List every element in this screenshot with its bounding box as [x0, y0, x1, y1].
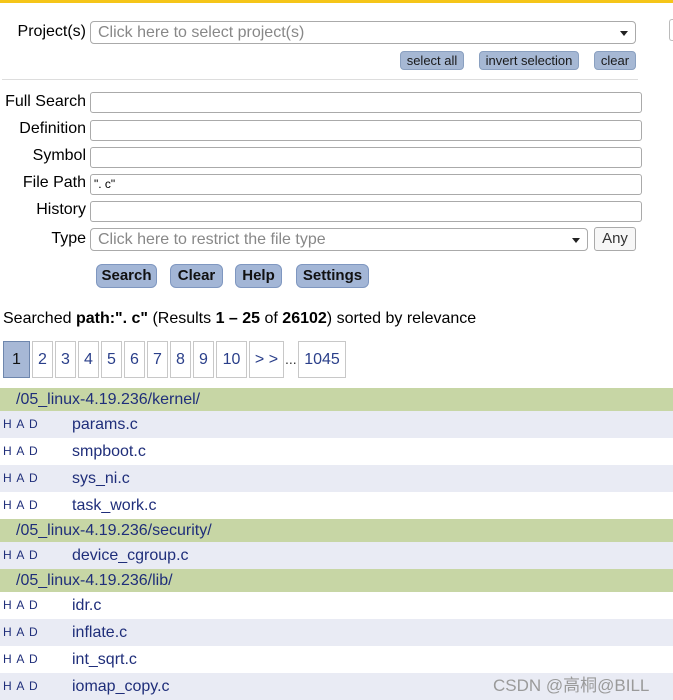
- had-links[interactable]: H A D: [3, 619, 39, 646]
- type-select-placeholder: Click here to restrict the file type: [98, 231, 326, 248]
- clear-button[interactable]: Clear: [170, 264, 223, 288]
- results-list: /05_linux-4.19.236/kernel/ H A D params.c…: [0, 388, 673, 700]
- result-row: H A D int_sqrt.c: [0, 646, 673, 673]
- file-path-label: File Path: [22, 174, 86, 191]
- result-row: H A D params.c: [0, 411, 673, 438]
- definition-input[interactable]: [90, 120, 642, 141]
- history-label: History: [36, 201, 86, 218]
- result-row: H A D idr.c: [0, 592, 673, 619]
- result-row: H A D inflate.c: [0, 619, 673, 646]
- file-link[interactable]: device_cgroup.c: [72, 542, 189, 569]
- page-link-2[interactable]: 2: [32, 341, 53, 378]
- page-link-7[interactable]: 7: [147, 341, 168, 378]
- file-link[interactable]: task_work.c: [72, 492, 156, 519]
- had-links[interactable]: H A D: [3, 492, 39, 519]
- had-links[interactable]: H A D: [3, 465, 39, 492]
- summary-of: of: [260, 310, 283, 327]
- result-row: H A D sys_ni.c: [0, 465, 673, 492]
- summary-query: path:". c": [75, 310, 148, 327]
- help-button[interactable]: Help: [235, 264, 282, 288]
- had-links[interactable]: H A D: [3, 592, 39, 619]
- page-link-1[interactable]: 1: [3, 341, 30, 378]
- definition-label: Definition: [19, 120, 86, 137]
- full-search-input[interactable]: [90, 92, 642, 113]
- result-row: H A D task_work.c: [0, 492, 673, 519]
- file-path-input[interactable]: ". c": [90, 174, 642, 195]
- result-row: H A D device_cgroup.c: [0, 542, 673, 569]
- watermark: CSDN @高桐@BILL: [493, 676, 650, 695]
- had-links[interactable]: H A D: [3, 411, 39, 438]
- next-pages-link[interactable]: > >: [249, 341, 284, 378]
- type-select[interactable]: Click here to restrict the file type: [90, 228, 588, 251]
- settings-button[interactable]: Settings: [296, 264, 369, 288]
- had-links[interactable]: H A D: [3, 542, 39, 569]
- file-link[interactable]: params.c: [72, 411, 138, 438]
- page-link-3[interactable]: 3: [55, 341, 76, 378]
- summary-total: 26102: [282, 310, 327, 327]
- chevron-down-icon: [620, 31, 628, 36]
- directory-row[interactable]: /05_linux-4.19.236/security/: [0, 519, 673, 542]
- summary-range: 1 – 25: [215, 310, 261, 327]
- page-link-5[interactable]: 5: [101, 341, 122, 378]
- result-row: H A D smpboot.c: [0, 438, 673, 465]
- page-link-8[interactable]: 8: [170, 341, 191, 378]
- page-link-4[interactable]: 4: [78, 341, 99, 378]
- select-all-button[interactable]: select all: [400, 51, 464, 70]
- summary-results-open: (Results: [148, 310, 216, 327]
- file-link[interactable]: smpboot.c: [72, 438, 146, 465]
- any-type-button[interactable]: Any: [594, 227, 636, 251]
- clear-projects-button[interactable]: clear: [594, 51, 636, 70]
- top-accent-bar: [0, 0, 673, 3]
- project-select-placeholder: Click here to select project(s): [98, 24, 305, 41]
- page-link-6[interactable]: 6: [124, 341, 145, 378]
- chevron-down-icon: [572, 238, 580, 243]
- pagination-ellipsis: ...: [285, 351, 297, 367]
- had-links[interactable]: H A D: [3, 673, 39, 700]
- history-input[interactable]: [90, 201, 642, 222]
- project-label: Project(s): [17, 23, 86, 40]
- page-link-last[interactable]: 1045: [298, 341, 346, 378]
- side-panel-toggle[interactable]: [669, 19, 673, 41]
- invert-selection-button[interactable]: invert selection: [479, 51, 579, 70]
- search-summary: Searched path:". c" (Results 1 – 25 of 2…: [3, 310, 476, 328]
- page-link-10[interactable]: 10: [216, 341, 247, 378]
- file-link[interactable]: int_sqrt.c: [72, 646, 137, 673]
- file-link[interactable]: iomap_copy.c: [72, 673, 170, 700]
- summary-suffix: ) sorted by relevance: [326, 310, 477, 327]
- file-link[interactable]: inflate.c: [72, 619, 127, 646]
- page-link-9[interactable]: 9: [193, 341, 214, 378]
- directory-row[interactable]: /05_linux-4.19.236/lib/: [0, 569, 673, 592]
- file-link[interactable]: idr.c: [72, 592, 101, 619]
- search-button[interactable]: Search: [96, 264, 157, 288]
- summary-prefix: Searched: [3, 310, 76, 327]
- file-link[interactable]: sys_ni.c: [72, 465, 130, 492]
- had-links[interactable]: H A D: [3, 438, 39, 465]
- full-search-label: Full Search: [5, 93, 86, 110]
- directory-row[interactable]: /05_linux-4.19.236/kernel/: [0, 388, 673, 411]
- symbol-label: Symbol: [32, 147, 86, 164]
- project-select[interactable]: Click here to select project(s): [90, 21, 636, 44]
- form-divider: [2, 79, 638, 80]
- had-links[interactable]: H A D: [3, 646, 39, 673]
- symbol-input[interactable]: [90, 147, 642, 168]
- type-label: Type: [51, 230, 86, 247]
